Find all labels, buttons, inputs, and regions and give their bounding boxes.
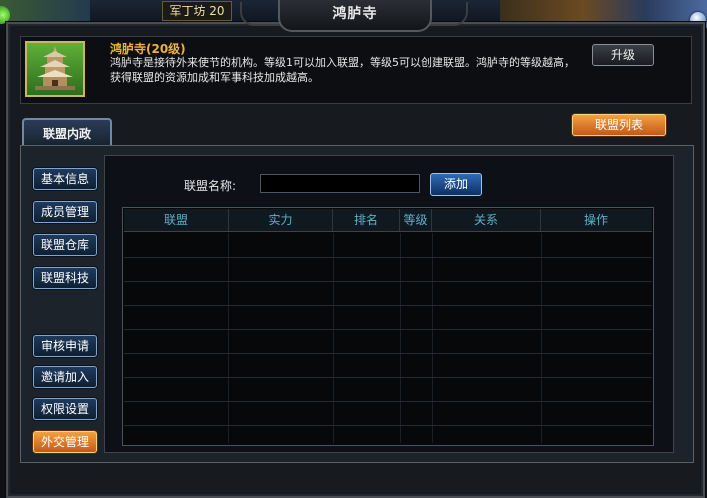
column-divider bbox=[228, 233, 229, 443]
column-header-strength: 实力 bbox=[229, 209, 333, 231]
column-divider bbox=[400, 233, 401, 443]
column-header-actions: 操作 bbox=[583, 213, 608, 227]
table-row bbox=[124, 329, 652, 330]
column-divider bbox=[432, 233, 433, 443]
status-badge: 军丁坊 20 bbox=[162, 1, 232, 21]
table-row bbox=[124, 305, 652, 306]
alliance-name-input[interactable] bbox=[260, 174, 420, 193]
table-row bbox=[124, 353, 652, 354]
alliance-name-label: 联盟名称: bbox=[184, 179, 237, 193]
column-divider bbox=[333, 233, 334, 443]
building-description: 鸿胪寺是接待外来使节的机构。等级1可以加入联盟，等级5可以创建联盟。鸿胪寺的等级… bbox=[110, 56, 575, 84]
pagoda-icon bbox=[35, 46, 75, 90]
diplomacy-table bbox=[122, 207, 654, 446]
title-ornament-right bbox=[426, 2, 468, 26]
table-row bbox=[124, 281, 652, 282]
add-button[interactable]: 添加 bbox=[430, 173, 482, 196]
table-row bbox=[124, 401, 652, 402]
sidebar-item-review-applications[interactable]: 审核申请 bbox=[33, 335, 97, 357]
table-header: 联盟 实力 排名 等级 关系 操作 bbox=[124, 209, 652, 232]
column-divider bbox=[541, 233, 542, 443]
column-header-alliance: 联盟 bbox=[124, 209, 229, 231]
column-header-level: 等级 bbox=[400, 209, 432, 231]
sidebar-item-tech[interactable]: 联盟科技 bbox=[33, 267, 97, 289]
sidebar-item-diplomacy[interactable]: 外交管理 bbox=[33, 431, 97, 453]
sidebar-item-permissions[interactable]: 权限设置 bbox=[33, 398, 97, 420]
tab-alliance-affairs[interactable]: 联盟内政 bbox=[22, 118, 112, 148]
sidebar-item-warehouse[interactable]: 联盟仓库 bbox=[33, 234, 97, 256]
table-row bbox=[124, 377, 652, 378]
sidebar-item-members[interactable]: 成员管理 bbox=[33, 201, 97, 223]
alliance-list-button[interactable]: 联盟列表 bbox=[572, 114, 666, 136]
upgrade-button[interactable]: 升级 bbox=[592, 44, 654, 66]
pagoda-building-icon bbox=[25, 41, 85, 97]
sidebar-item-basic-info[interactable]: 基本信息 bbox=[33, 168, 97, 190]
column-header-relation: 关系 bbox=[432, 209, 541, 231]
table-row bbox=[124, 425, 652, 426]
game-top-left-icons bbox=[0, 0, 90, 23]
window-title: 鸿胪寺 bbox=[278, 0, 432, 32]
column-header-rank: 排名 bbox=[333, 209, 400, 231]
title-ornament-left bbox=[240, 2, 282, 26]
table-row bbox=[124, 257, 652, 258]
sidebar-item-invite[interactable]: 邀请加入 bbox=[33, 366, 97, 388]
